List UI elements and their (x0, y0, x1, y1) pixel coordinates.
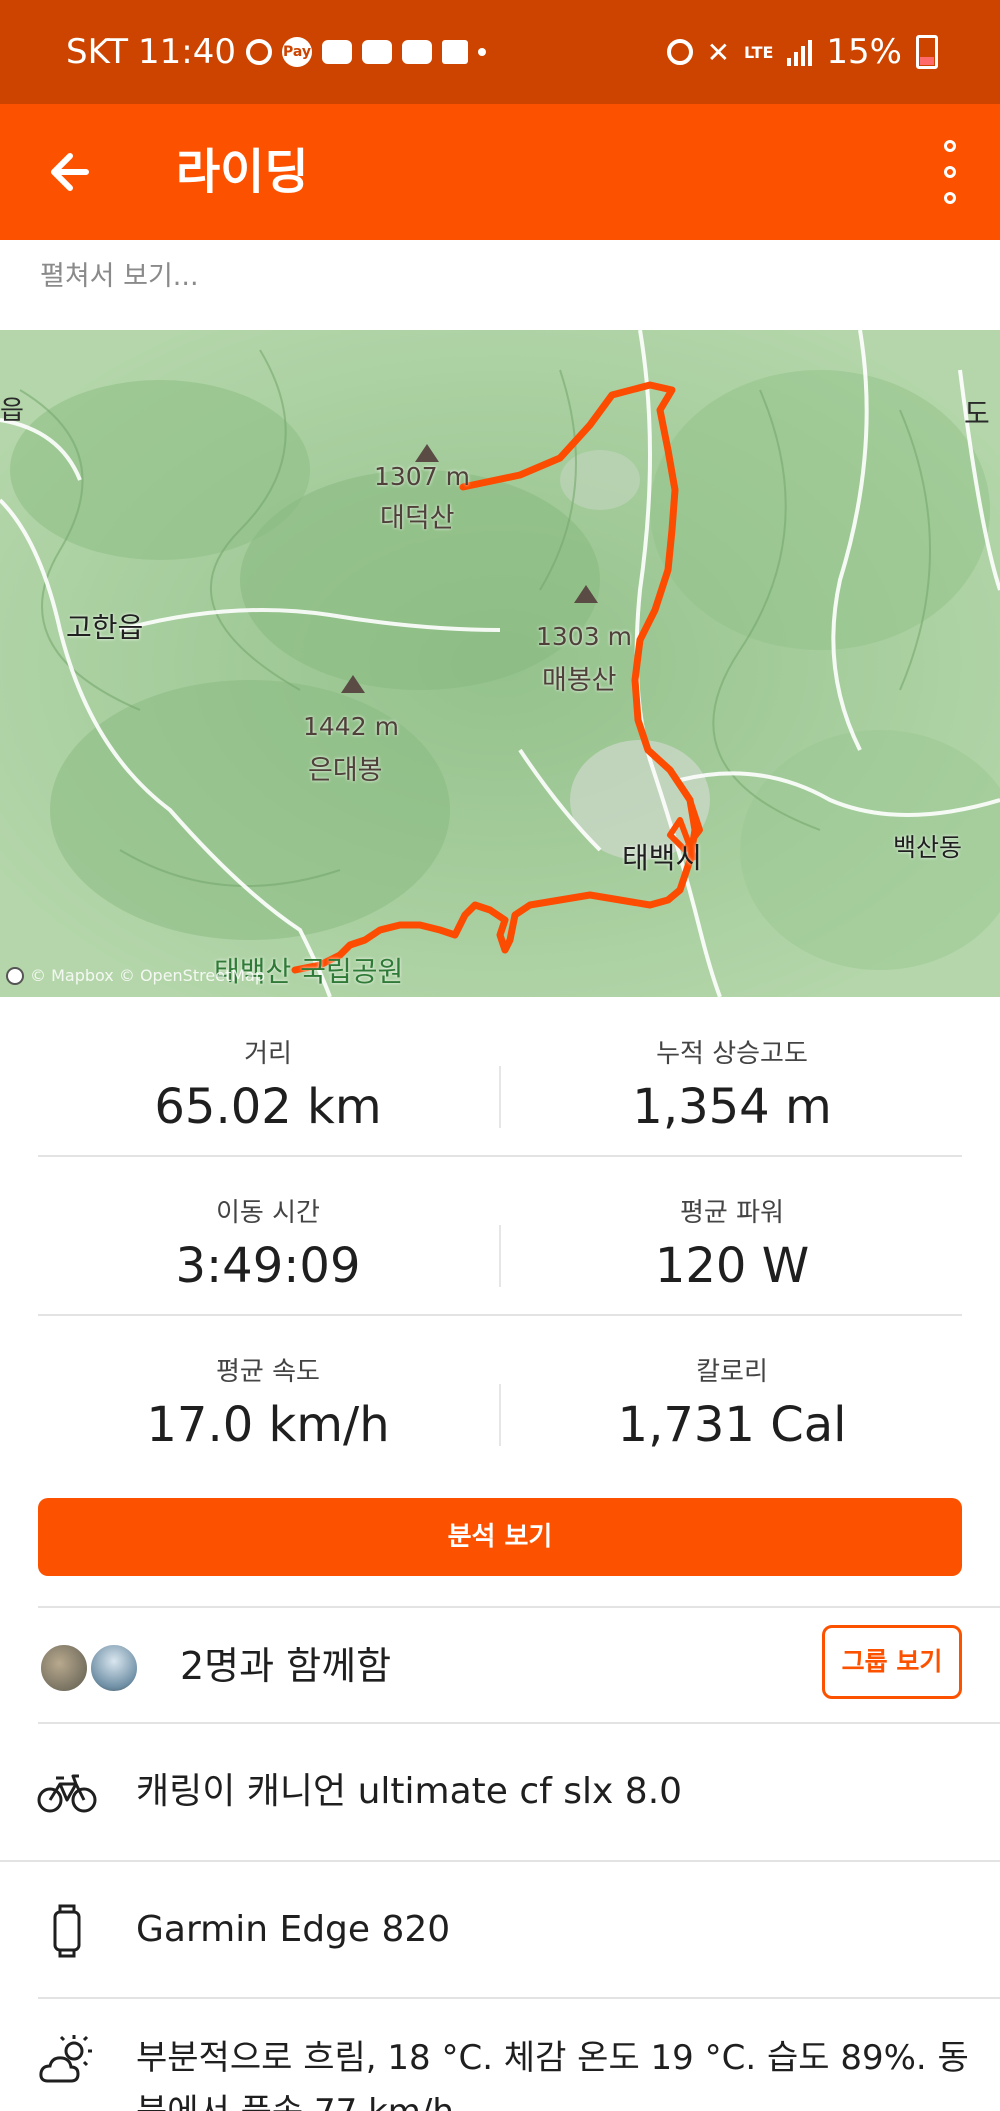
stat-avg-power: 평균 파워 120 W (502, 1157, 962, 1295)
stat-elevation-gain: 누적 상승고도 1,354 m (502, 998, 962, 1136)
route-map[interactable]: 읍 도 고한읍 1307 m 대덕산 1303 m 매봉산 1442 m 은대봉… (0, 330, 1000, 997)
mute-icon: ✕ (706, 35, 731, 69)
stat-label: 평균 파워 (680, 1198, 784, 1228)
stat-label: 누적 상승고도 (656, 1039, 808, 1069)
stat-distance: 거리 65.02 km (38, 998, 498, 1136)
stat-calories: 칼로리 1,731 Cal (502, 1316, 962, 1454)
map-label-peak1-height: 1307 m (374, 462, 470, 491)
stat-value: 3:49:09 (175, 1238, 361, 1294)
map-canvas (0, 330, 1000, 997)
status-bar: SKT 11:40 Pay ✕ LTE 15% (0, 0, 1000, 104)
map-attribution-text: © Mapbox © OpenStreetMap (30, 966, 266, 985)
back-arrow-icon (51, 153, 89, 191)
stat-moving-time: 이동 시간 3:49:09 (38, 1157, 498, 1295)
youtube-icon (402, 40, 432, 64)
more-options-button[interactable] (926, 140, 974, 204)
signal-icon (787, 38, 813, 66)
carrier-label: SKT (66, 32, 129, 72)
stat-label: 거리 (244, 1039, 292, 1069)
device-icon (53, 1904, 81, 1958)
map-label-peak3-height: 1442 m (303, 712, 399, 741)
stat-avg-speed: 평균 속도 17.0 km/h (38, 1316, 498, 1454)
map-label-peak2-name: 매봉산 (542, 665, 617, 696)
bike-row[interactable]: 캐링이 캐니언 ultimate cf slx 8.0 (0, 1724, 1000, 1860)
back-button[interactable] (42, 142, 102, 202)
map-label-edge-right: 도 (964, 397, 990, 430)
notification-dot-icon (478, 48, 486, 56)
more-dot-icon (944, 166, 956, 178)
stat-row: 거리 65.02 km 누적 상승고도 1,354 m (38, 998, 962, 1157)
map-label-town: 고한읍 (66, 611, 144, 644)
alarm-icon (666, 39, 693, 65)
stat-value: 1,731 Cal (617, 1397, 847, 1453)
stat-label: 칼로리 (696, 1357, 768, 1387)
app-bar: 라이딩 (0, 104, 1000, 240)
stat-divider (499, 1066, 501, 1128)
youtube-icon (362, 40, 392, 64)
message-icon (442, 40, 468, 64)
bike-icon (37, 1774, 97, 1813)
status-right: ✕ LTE 15% (666, 0, 938, 104)
map-label-peak1-name: 대덕산 (380, 503, 455, 534)
sync-icon (246, 39, 272, 65)
device-row: Garmin Edge 820 (0, 1862, 1000, 1998)
group-activity-row[interactable]: 2명과 함께함 그룹 보기 (0, 1608, 1000, 1724)
mapbox-logo-icon (6, 966, 24, 985)
weather-text: 부분적으로 흐림, 18 °C. 체감 온도 19 °C. 습도 89%. 동북… (136, 2038, 969, 2111)
map-label-district: 백산동 (893, 833, 963, 862)
map-label-edge-left: 읍 (0, 396, 24, 426)
stat-value: 120 W (654, 1238, 810, 1294)
avatar (38, 1642, 90, 1694)
device-name: Garmin Edge 820 (136, 1909, 451, 1950)
stat-label: 평균 속도 (216, 1357, 320, 1387)
map-label-peak3-name: 은대봉 (308, 755, 383, 786)
partly-cloudy-icon (39, 2035, 92, 2083)
stat-row: 이동 시간 3:49:09 평균 파워 120 W (38, 1157, 962, 1316)
status-left: SKT 11:40 Pay (66, 0, 486, 104)
pay-icon: Pay (282, 37, 312, 67)
battery-icon (916, 35, 938, 69)
clock: 11:40 (138, 32, 236, 72)
network-label: LTE (744, 42, 774, 62)
stat-row: 평균 속도 17.0 km/h 칼로리 1,731 Cal (38, 1316, 962, 1473)
map-label-city: 태백시 (622, 841, 703, 875)
stat-divider (499, 1384, 501, 1446)
more-dot-icon (944, 140, 956, 152)
stat-divider (499, 1225, 501, 1287)
stat-value: 17.0 km/h (146, 1397, 390, 1453)
stat-label: 이동 시간 (216, 1198, 320, 1228)
stats-grid: 거리 65.02 km 누적 상승고도 1,354 m 이동 시간 3:49:0… (38, 998, 962, 1473)
map-label-peak2-height: 1303 m (536, 622, 632, 651)
avatar (88, 1642, 140, 1694)
expand-description-link[interactable]: 펼쳐서 보기... (40, 254, 199, 293)
battery-percent: 15% (826, 32, 902, 72)
map-attribution[interactable]: © Mapbox © OpenStreetMap (6, 966, 265, 985)
stat-value: 65.02 km (154, 1079, 382, 1135)
more-dot-icon (944, 192, 956, 204)
stat-value: 1,354 m (632, 1079, 832, 1135)
view-group-button[interactable]: 그룹 보기 (822, 1625, 962, 1699)
group-activity-text: 2명과 함께함 (180, 1644, 392, 1688)
view-analysis-button[interactable]: 분석 보기 (38, 1498, 962, 1576)
page-title: 라이딩 (176, 144, 309, 200)
weather-row: 부분적으로 흐림, 18 °C. 체감 온도 19 °C. 습도 89%. 동북… (0, 1999, 1000, 2111)
youtube-icon (322, 40, 352, 64)
bike-name: 캐링이 캐니언 ultimate cf slx 8.0 (136, 1771, 683, 1812)
